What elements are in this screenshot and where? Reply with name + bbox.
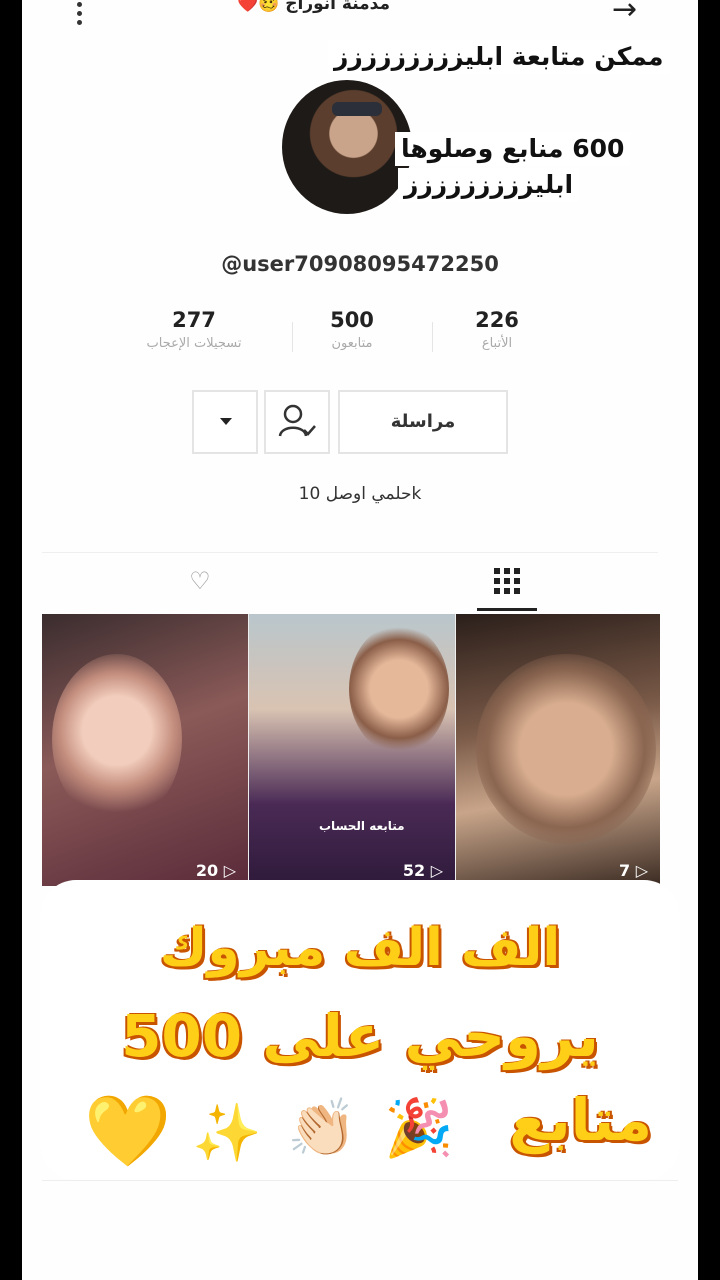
- stat-divider: [432, 322, 433, 352]
- arrow-right-icon[interactable]: →: [612, 0, 637, 27]
- view-count: 7 ▷: [618, 861, 648, 880]
- more-vertical-icon[interactable]: [74, 2, 84, 28]
- stat-following[interactable]: 500 متابعون: [272, 308, 432, 351]
- sparkles-icon: ✨: [192, 1101, 262, 1166]
- clapping-hands-icon: 👏🏻: [287, 1096, 357, 1161]
- yellow-heart-icon: 💛: [84, 1090, 172, 1172]
- username: @user70908095472250: [221, 252, 499, 276]
- video-thumbnail[interactable]: 20 ▷: [42, 614, 248, 886]
- congrats-line-3: متابع: [509, 1086, 652, 1154]
- video-grid: 20 ▷ متابعه الحساب 52 ▷ 7 ▷: [42, 614, 660, 886]
- stat-value: 500: [330, 308, 374, 332]
- user-check-icon: [278, 404, 316, 437]
- stat-label: متابعون: [331, 336, 373, 351]
- stat-value: 277: [172, 308, 216, 332]
- stat-label: الأتباع: [481, 336, 513, 351]
- stat-label: تسجيلات الإعجاب: [146, 336, 242, 351]
- avatar[interactable]: [282, 80, 412, 214]
- message-button[interactable]: مراسلة: [338, 390, 508, 454]
- view-count: 52 ▷: [402, 861, 443, 880]
- bio: حلمي اوصل 10k: [298, 484, 422, 504]
- profile-title: مدمنة انوراج 🥴❤️: [237, 0, 391, 14]
- grid-icon[interactable]: [490, 568, 522, 598]
- stat-value: 226: [475, 308, 519, 332]
- add-friend-button[interactable]: [264, 390, 330, 454]
- video-thumbnail[interactable]: 7 ▷: [456, 614, 660, 886]
- active-tab-indicator: [477, 608, 537, 611]
- video-thumbnail[interactable]: متابعه الحساب 52 ▷: [249, 614, 455, 886]
- stat-followers[interactable]: 226 الأتباع: [417, 308, 577, 351]
- congrats-line-2: يروحي على 500: [121, 1002, 599, 1070]
- congrats-line-1: الف الف مبروك: [159, 918, 561, 978]
- divider: [42, 1180, 678, 1181]
- stat-likes[interactable]: 277 تسجيلات الإعجاب: [114, 308, 274, 351]
- profile-page: مدمنة انوراج 🥴❤️ → @user70908095472250 2…: [22, 0, 698, 1280]
- view-count: 20 ▷: [195, 861, 236, 880]
- video-caption: متابعه الحساب: [319, 819, 405, 833]
- divider: [42, 552, 658, 553]
- party-popper-icon: 🎉: [384, 1096, 454, 1161]
- more-dropdown-button[interactable]: [192, 390, 258, 454]
- caret-down-icon: [220, 418, 232, 425]
- stat-divider: [292, 322, 293, 352]
- top-bar: مدمنة انوراج 🥴❤️ →: [22, 0, 698, 36]
- avatar-glasses: [332, 102, 382, 116]
- heart-lock-icon[interactable]: ♡: [182, 567, 218, 597]
